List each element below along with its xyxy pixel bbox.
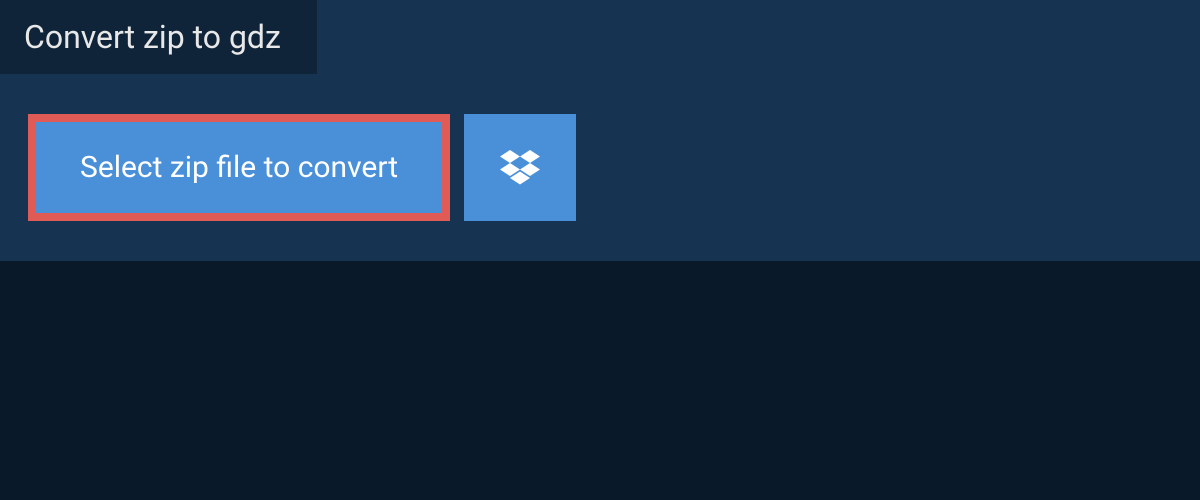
converter-panel: Convert zip to gdz Select zip file to co… xyxy=(0,0,1200,261)
tab-header: Convert zip to gdz xyxy=(0,0,317,74)
dropbox-button[interactable] xyxy=(464,114,576,221)
select-file-label: Select zip file to convert xyxy=(80,150,398,185)
select-file-button[interactable]: Select zip file to convert xyxy=(28,114,450,221)
button-row: Select zip file to convert xyxy=(0,114,1200,221)
tab-title: Convert zip to gdz xyxy=(24,18,281,56)
dropbox-icon xyxy=(500,150,540,186)
